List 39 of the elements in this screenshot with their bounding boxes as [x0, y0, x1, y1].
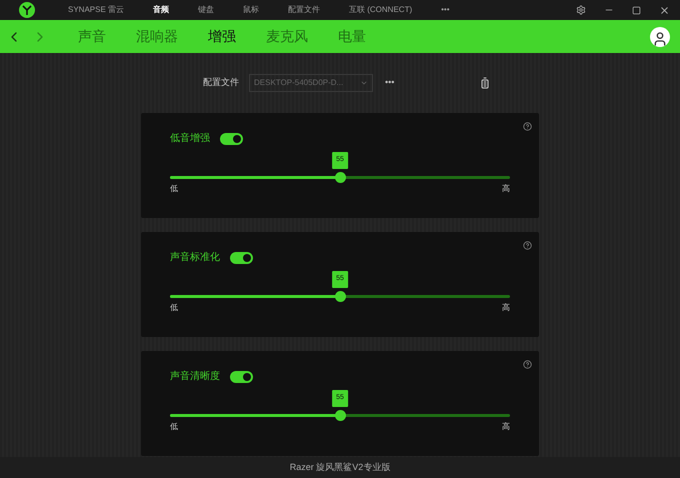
avatar-icon[interactable] [650, 26, 670, 46]
low-label: 低 [170, 302, 178, 314]
top-menu-item[interactable]: 鼠标 [243, 4, 260, 16]
more-button[interactable]: ••• [385, 76, 394, 90]
caret-icon [360, 79, 368, 87]
toggle-switch[interactable] [220, 132, 243, 144]
help-icon[interactable] [523, 360, 532, 369]
profile-label: 配置文件 [203, 76, 239, 90]
tab[interactable]: 电量 [338, 26, 366, 47]
toggle-switch[interactable] [230, 252, 253, 264]
battery-icon [479, 77, 491, 89]
close-icon[interactable] [659, 4, 670, 16]
low-label: 低 [170, 421, 178, 433]
help-icon[interactable] [523, 241, 532, 250]
top-menu-item[interactable]: SYNAPSE 雷云 [68, 4, 124, 16]
slider-thumb[interactable] [335, 410, 346, 421]
high-label: 高 [502, 183, 510, 195]
slider-thumb[interactable] [335, 172, 346, 183]
top-menu-item[interactable]: 键盘 [198, 4, 214, 16]
tab[interactable]: 声音 [78, 26, 106, 47]
setting-title: 低音增强 [170, 132, 210, 146]
tab[interactable]: 混响器 [136, 26, 178, 47]
help-icon[interactable] [523, 122, 532, 131]
device-name: Razer 旋风黑鲨V2专业版 [290, 460, 390, 474]
top-menu-item[interactable]: 音频 [153, 4, 170, 16]
toggle-switch[interactable] [230, 370, 253, 382]
high-label: 高 [502, 421, 510, 433]
top-menu-item[interactable]: ••• [441, 4, 450, 16]
slider-thumb[interactable] [335, 291, 346, 302]
top-menu-item[interactable]: 配置文件 [288, 4, 320, 16]
setting-title: 声音标准化 [170, 250, 220, 265]
top-menu-item[interactable]: 互联 (CONNECT) [349, 4, 412, 16]
low-label: 低 [170, 183, 178, 195]
tab[interactable]: 增强 [208, 26, 236, 47]
high-label: 高 [502, 302, 510, 314]
maximize-icon[interactable] [632, 6, 641, 14]
settings-icon[interactable] [576, 5, 586, 15]
setting-title: 声音清晰度 [170, 370, 220, 384]
tab[interactable]: 麦克风 [266, 26, 308, 47]
